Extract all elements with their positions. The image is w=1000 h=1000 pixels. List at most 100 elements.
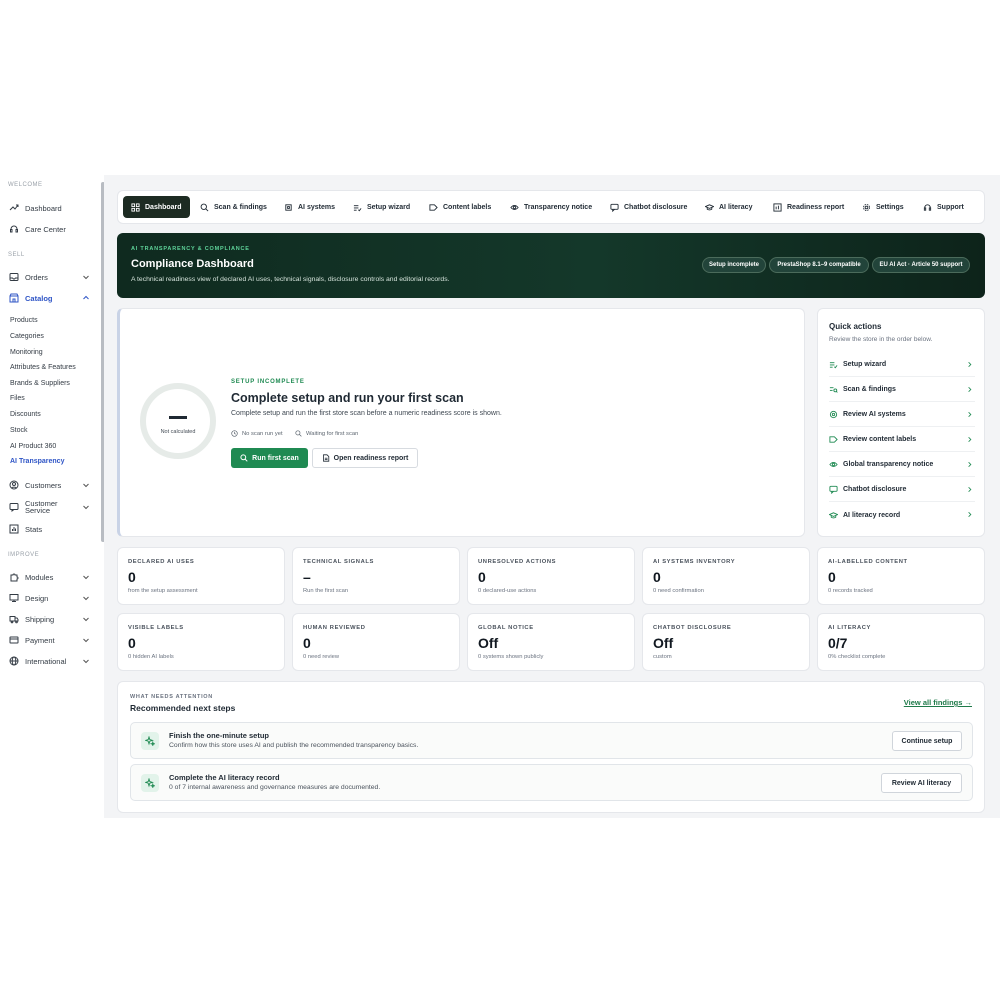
chevron-right-icon <box>968 437 972 442</box>
tab-content-labels[interactable]: Content labels <box>429 196 491 218</box>
score-placeholder-dash <box>169 416 187 419</box>
quick-action-review-content-labels[interactable]: Review content labels <box>829 428 975 452</box>
sidebar-item-international[interactable]: International <box>0 652 98 670</box>
quick-action-global-transparency-notice[interactable]: Global transparency notice <box>829 453 975 477</box>
score-caption: Not calculated <box>160 429 196 435</box>
sidebar-subitem-stock[interactable]: Stock <box>10 427 28 434</box>
stat-label: GLOBAL NOTICE <box>478 625 534 631</box>
quick-action-setup-wizard[interactable]: Setup wizard <box>829 353 975 377</box>
store-icon <box>9 293 19 303</box>
chevron-down-icon <box>83 659 89 664</box>
stat-value: 0 <box>128 635 136 651</box>
stat-card-ai-literacy: AI LITERACY 0/7 0% checklist complete <box>817 613 985 671</box>
sidebar-subitem-brands[interactable]: Brands & Suppliers <box>10 380 70 387</box>
recommended-eyebrow: WHAT NEEDS ATTENTION <box>130 694 213 700</box>
open-readiness-report-button[interactable]: Open readiness report <box>312 448 418 468</box>
stat-card-visible-labels: VISIBLE LABELS 0 0 hidden AI labels <box>117 613 285 671</box>
tab-dashboard[interactable]: Dashboard <box>123 196 190 218</box>
tab-transparency-notice[interactable]: Transparency notice <box>510 196 592 218</box>
sidebar-item-dashboard[interactable]: Dashboard <box>0 199 98 217</box>
quick-action-ai-literacy-record[interactable]: AI literacy record <box>829 503 975 527</box>
chevron-right-icon <box>968 362 972 367</box>
sidebar-subitem-monitoring[interactable]: Monitoring <box>10 349 43 356</box>
sidebar-item-payment[interactable]: Payment <box>0 631 98 649</box>
chevron-down-icon <box>83 617 89 622</box>
stat-value: 0 <box>828 569 836 585</box>
tab-support[interactable]: Support <box>923 196 964 218</box>
sidebar-item-label: Care Center <box>25 224 66 234</box>
sidebar-item-label: Shipping <box>25 614 55 624</box>
clock-icon <box>231 430 238 437</box>
sidebar-item-label: Catalog <box>25 293 53 303</box>
quick-action-label: Global transparency notice <box>843 461 934 468</box>
sidebar-item-shipping[interactable]: Shipping <box>0 610 98 628</box>
tag-icon <box>429 203 438 211</box>
sidebar-subitem-categories[interactable]: Categories <box>10 333 44 340</box>
sidebar-item-orders[interactable]: Orders <box>0 268 98 286</box>
tag-icon <box>829 436 838 443</box>
sidebar-section-improve: IMPROVE <box>8 552 40 558</box>
recommended-steps-panel: WHAT NEEDS ATTENTION Recommended next st… <box>117 681 985 813</box>
quick-action-label: Review AI systems <box>843 411 906 418</box>
sidebar-item-label-wrap: Customer Service <box>25 500 58 515</box>
stat-subtext: 0 records tracked <box>828 588 873 594</box>
readiness-score-ring: Not calculated <box>140 383 216 459</box>
sidebar-item-customer-service[interactable]: Customer Service <box>0 498 98 516</box>
cpu-icon <box>285 203 292 211</box>
tab-settings[interactable]: Settings <box>862 196 904 218</box>
tab-ai-systems[interactable]: AI systems <box>284 196 335 218</box>
sidebar-subitem-products[interactable]: Products <box>10 317 38 324</box>
sidebar-subitem-ai-transparency[interactable]: AI Transparency <box>10 458 64 465</box>
tab-label: Content labels <box>443 203 492 211</box>
quick-action-chatbot-disclosure[interactable]: Chatbot disclosure <box>829 478 975 502</box>
tab-setup-wizard[interactable]: Setup wizard <box>353 196 410 218</box>
chevron-down-icon <box>83 275 89 280</box>
quick-action-scan-findings[interactable]: Scan & findings <box>829 378 975 402</box>
page-title: Compliance Dashboard <box>131 258 254 270</box>
run-first-scan-button[interactable]: Run first scan <box>231 448 308 468</box>
sidebar-subitem-files[interactable]: Files <box>10 395 25 402</box>
quick-actions-panel: Quick actions Review the store in the or… <box>817 308 985 537</box>
search-icon <box>200 203 209 211</box>
sidebar-item-design[interactable]: Design <box>0 589 98 607</box>
compatibility-badge: PrestaShop 8.1–9 compatible <box>769 257 869 273</box>
sidebar-item-care-center[interactable]: Care Center <box>0 220 98 238</box>
tab-label: AI literacy <box>719 203 753 211</box>
readiness-score-card: Not calculated SETUP INCOMPLETE Complete… <box>117 308 805 537</box>
button-label: Run first scan <box>252 454 299 462</box>
stat-value: 0 <box>303 635 311 651</box>
sidebar-item-modules[interactable]: Modules <box>0 568 98 586</box>
continue-setup-button[interactable]: Continue setup <box>892 731 962 751</box>
tab-label: Readiness report <box>787 203 845 211</box>
puzzle-icon <box>9 572 19 582</box>
tab-chatbot-disclosure[interactable]: Chatbot disclosure <box>610 196 687 218</box>
stat-label: DECLARED AI USES <box>128 559 195 565</box>
eye-icon <box>829 462 838 467</box>
sidebar-subitem-discounts[interactable]: Discounts <box>10 411 41 418</box>
quick-action-review-ai-systems[interactable]: Review AI systems <box>829 403 975 427</box>
report-icon <box>773 202 782 212</box>
stat-subtext: 0 hidden AI labels <box>128 654 174 660</box>
view-all-findings-link[interactable]: View all findings → <box>904 698 972 707</box>
review-ai-literacy-button[interactable]: Review AI literacy <box>881 773 962 793</box>
tab-ai-literacy[interactable]: AI literacy <box>705 196 752 218</box>
chevron-down-icon <box>83 638 89 643</box>
stat-card-ai-labelled-content: AI-LABELLED CONTENT 0 0 records tracked <box>817 547 985 605</box>
tab-scan-findings[interactable]: Scan & findings <box>200 196 267 218</box>
search-icon <box>240 454 248 462</box>
sidebar-item-stats[interactable]: Stats <box>0 520 98 538</box>
tab-readiness-report[interactable]: Readiness report <box>773 196 844 218</box>
chevron-right-icon <box>968 487 972 492</box>
sidebar-item-catalog[interactable]: Catalog <box>0 289 98 307</box>
stat-value: – <box>303 569 311 585</box>
sidebar-subitem-ai-product-360[interactable]: AI Product 360 <box>10 443 56 450</box>
sidebar-item-customers[interactable]: Customers <box>0 476 98 494</box>
sidebar-subitem-attributes[interactable]: Attributes & Features <box>10 364 76 371</box>
sidebar-scrollbar[interactable] <box>101 182 104 542</box>
chat-icon <box>610 203 619 212</box>
quick-action-label: Scan & findings <box>843 386 896 393</box>
stat-label: AI LITERACY <box>828 625 871 631</box>
step-title: Complete the AI literacy record <box>169 773 280 782</box>
tab-label: Transparency notice <box>524 203 593 211</box>
stat-subtext: 0 declared-use actions <box>478 588 537 594</box>
